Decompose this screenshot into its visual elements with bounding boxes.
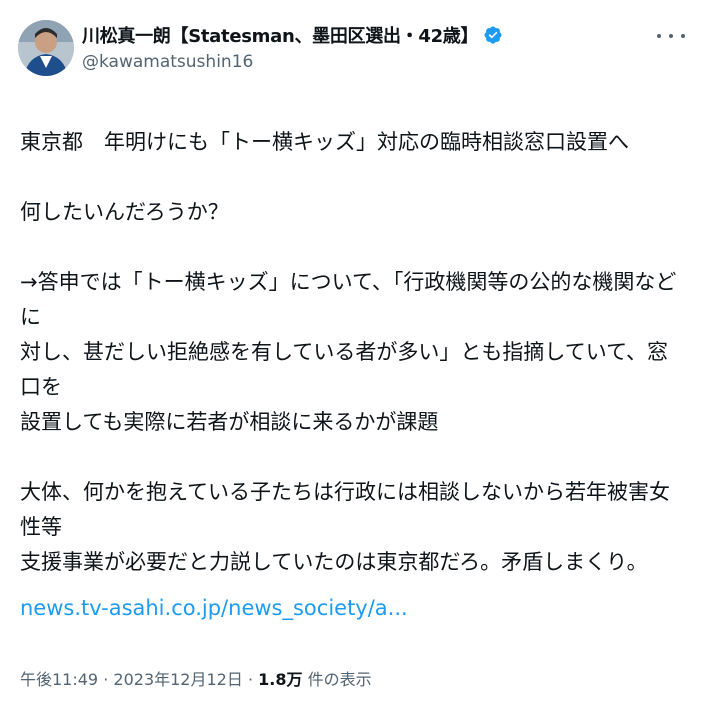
tweet-line: 東京都 年明けにも「トー横キッズ」対応の臨時相談窓口設置へ <box>20 130 629 154</box>
tweet-time[interactable]: 午後11:49 <box>20 670 98 689</box>
tweet-header: 川松真一朗【Statesman、墨田区選出・42歳】 @kawamatsushi… <box>18 20 685 80</box>
more-horizontal-icon[interactable] <box>657 26 685 46</box>
tweet-line: →答申では「トー横キッズ」について、「行政機関等の公的な機関などに <box>20 270 677 329</box>
tweet-link[interactable]: news.tv-asahi.co.jp/news_society/a... <box>20 596 408 620</box>
verified-badge-icon <box>484 26 502 44</box>
author-display-name[interactable]: 川松真一朗【Statesman、墨田区選出・42歳】 <box>82 22 479 48</box>
tweet-line: 対し、甚だしい拒絶感を有している者が多い」とも指摘していて、窓口を <box>20 340 669 399</box>
meta-separator: · <box>247 670 254 689</box>
views-label: 件の表示 <box>307 670 372 689</box>
author-display-name-row[interactable]: 川松真一朗【Statesman、墨田区選出・42歳】 <box>82 22 625 48</box>
views-count: 1.8万 <box>258 670 303 689</box>
tweet-line: 設置しても実際に若者が相談に来るかが課題 <box>20 410 439 434</box>
avatar[interactable] <box>18 20 74 76</box>
tweet-line: 支援事業が必要だと力説していたのは東京都だろ。矛盾しまくり。 <box>20 550 648 574</box>
more-dot <box>681 34 685 38</box>
tweet-line: 何したいんだろうか？ <box>20 200 229 224</box>
tweet: 川松真一朗【Statesman、墨田区選出・42歳】 @kawamatsushi… <box>0 0 703 703</box>
tweet-text: 東京都 年明けにも「トー横キッズ」対応の臨時相談窓口設置へ 何したいんだろうか？… <box>20 125 685 580</box>
tweet-meta: 午後11:49 · 2023年12月12日 · 1.8万 件の表示 <box>20 666 372 690</box>
author-handle[interactable]: @kawamatsushin16 <box>82 52 625 72</box>
more-dot <box>657 34 661 38</box>
tweet-line: 大体、何かを抱えている子たちは行政には相談しないから若年被害女性等 <box>20 480 670 539</box>
more-dot <box>669 34 673 38</box>
tweet-date[interactable]: 2023年12月12日 <box>113 670 242 689</box>
meta-separator: · <box>103 670 109 689</box>
author-names: 川松真一朗【Statesman、墨田区選出・42歳】 @kawamatsushi… <box>82 22 625 72</box>
